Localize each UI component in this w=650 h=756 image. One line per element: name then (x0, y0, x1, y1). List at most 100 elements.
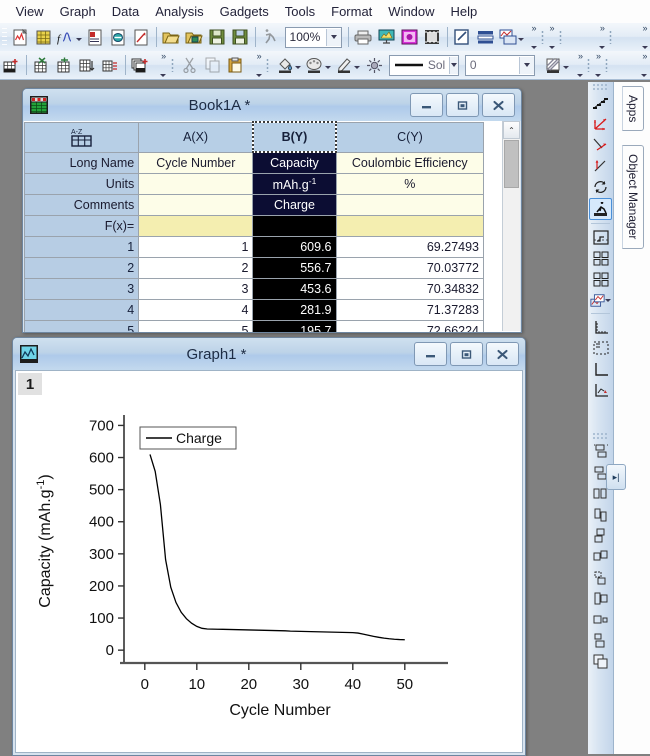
align-hcenter-icon[interactable] (590, 526, 611, 546)
fx-b[interactable] (253, 216, 336, 237)
align-top-icon[interactable] (590, 442, 611, 462)
graph-title-bar[interactable]: Graph1 * (13, 338, 525, 370)
minimize-button[interactable] (410, 93, 443, 117)
new-notes-icon[interactable] (131, 25, 152, 49)
toolbar-overflow-button[interactable]: » (639, 23, 650, 51)
cell-a[interactable]: 3 (139, 279, 253, 300)
long-name-b[interactable]: Capacity (253, 152, 336, 174)
toolbar-gripper[interactable] (609, 30, 612, 44)
new-layout-icon[interactable] (108, 25, 129, 49)
line-color-icon[interactable] (334, 53, 355, 77)
menu-item-edit[interactable]: t (0, 0, 8, 23)
pattern-fill-icon[interactable] (543, 53, 564, 77)
chevron-down-icon[interactable] (76, 38, 82, 41)
distribute-v-icon[interactable] (590, 589, 611, 609)
cell-a[interactable]: 4 (139, 300, 253, 321)
scroll-up-button[interactable]: ⌃ (503, 121, 520, 139)
vector-xyam-icon[interactable] (590, 114, 611, 134)
annotate-icon[interactable] (452, 25, 473, 49)
toolbar-overflow-button[interactable]: » (158, 51, 169, 79)
scrollbar-thumb[interactable] (504, 140, 519, 188)
toolbar-gripper[interactable] (559, 30, 562, 44)
table-row[interactable]: 4 4 281.9 71.37283 (25, 300, 484, 321)
graph-page[interactable]: 1 010020030040050060070001020304050Cycle… (15, 370, 523, 753)
cell-b[interactable]: 556.7 (253, 258, 336, 279)
menu-item-tools[interactable]: Tools (277, 0, 323, 23)
toolbar-gripper[interactable] (2, 26, 7, 48)
toolbar-gripper[interactable] (605, 58, 608, 72)
zoom-combo[interactable]: 100% (285, 27, 342, 48)
align-vcenter-icon[interactable] (590, 547, 611, 567)
cell-a[interactable]: 1 (139, 237, 253, 258)
row-number[interactable]: 1 (25, 237, 139, 258)
cell-a[interactable]: 2 (139, 258, 253, 279)
line-style-combo[interactable]: Sol (389, 55, 459, 76)
toolbar-gripper[interactable] (592, 83, 609, 90)
recalculate-icon[interactable] (590, 177, 611, 197)
layer-contents-icon[interactable] (590, 227, 611, 247)
column-header-c[interactable]: C(Y) (336, 122, 484, 152)
column-header-a[interactable]: A(X) (139, 122, 253, 152)
open-excel-icon[interactable] (184, 25, 205, 49)
vector-xyxy-icon[interactable] (590, 135, 611, 155)
new-project-icon[interactable] (10, 25, 31, 49)
worksheet-vertical-scrollbar[interactable]: ⌃ (502, 121, 520, 331)
cell-c[interactable]: 69.27493 (336, 237, 484, 258)
new-matrix-icon[interactable] (85, 25, 106, 49)
row-number[interactable]: 5 (25, 321, 139, 333)
long-name-a[interactable]: Cycle Number (139, 152, 253, 174)
worksheet-corner-az-sort-icon[interactable]: A-Z (25, 122, 139, 152)
menu-item-graph[interactable]: Graph (52, 0, 104, 23)
video-builder-icon[interactable] (422, 25, 443, 49)
presentation-icon[interactable] (376, 25, 397, 49)
comments-a[interactable] (139, 195, 253, 216)
fx-a[interactable] (139, 216, 253, 237)
same-width-icon[interactable] (590, 610, 611, 630)
speed-mode-icon[interactable] (589, 198, 612, 220)
cell-a[interactable]: 5 (139, 321, 253, 333)
toolbar-gripper[interactable] (592, 432, 609, 439)
toolbar-gripper[interactable] (266, 58, 269, 72)
close-button[interactable] (482, 93, 515, 117)
scatter-matrix-icon[interactable] (590, 93, 611, 113)
chevron-down-icon[interactable] (449, 57, 458, 74)
layer-number-badge[interactable]: 1 (18, 373, 42, 395)
units-c[interactable]: % (336, 174, 484, 195)
delete-row-icon[interactable] (31, 53, 52, 77)
vector-arrow-icon[interactable] (590, 156, 611, 176)
table-row[interactable]: 3 3 453.6 70.34832 (25, 279, 484, 300)
move-column-icon[interactable] (100, 53, 121, 77)
import-wizard-icon[interactable] (260, 25, 281, 49)
row-number[interactable]: 3 (25, 279, 139, 300)
menu-item-analysis[interactable]: Analysis (147, 0, 211, 23)
worksheet-table[interactable]: A-Z A(X) B(Y) C(Y) Long Name Cycle Numbe… (24, 121, 484, 332)
cut-icon[interactable] (179, 53, 200, 77)
chevron-down-icon[interactable] (295, 66, 301, 69)
menu-item-help[interactable]: Help (443, 0, 486, 23)
layer-management-icon[interactable] (475, 25, 496, 49)
toolbar-gripper[interactable] (171, 58, 174, 72)
close-button[interactable] (486, 342, 519, 366)
graph-window[interactable]: Graph1 * 1 01002003004005006007000102030… (12, 337, 526, 756)
toolbar-overflow-button[interactable]: » (592, 51, 603, 79)
cell-c[interactable]: 70.34832 (336, 279, 484, 300)
add-row-icon[interactable] (1, 53, 22, 77)
save-project-icon[interactable] (207, 25, 228, 49)
brightness-icon[interactable] (364, 53, 385, 77)
menu-item-gadgets[interactable]: Gadgets (212, 0, 277, 23)
new-legend-icon[interactable] (590, 338, 611, 358)
menu-item-view[interactable]: View (8, 0, 52, 23)
chevron-down-icon[interactable] (518, 38, 524, 41)
new-workbook-icon[interactable] (33, 25, 54, 49)
column-header-b[interactable]: B(Y) (253, 122, 336, 152)
open-icon[interactable] (161, 25, 182, 49)
comments-b[interactable]: Charge (253, 195, 336, 216)
chevron-down-icon[interactable] (354, 66, 360, 69)
cell-c[interactable]: 71.37283 (336, 300, 484, 321)
cell-b[interactable]: 453.6 (253, 279, 336, 300)
table-row[interactable]: 2 2 556.7 70.03772 (25, 258, 484, 279)
toolbar-overflow-button[interactable]: » (574, 51, 585, 79)
dock-tab-apps[interactable]: Apps (622, 86, 644, 131)
menu-item-data[interactable]: Data (104, 0, 147, 23)
workbook-window[interactable]: Book1A * A-Z (22, 88, 522, 333)
